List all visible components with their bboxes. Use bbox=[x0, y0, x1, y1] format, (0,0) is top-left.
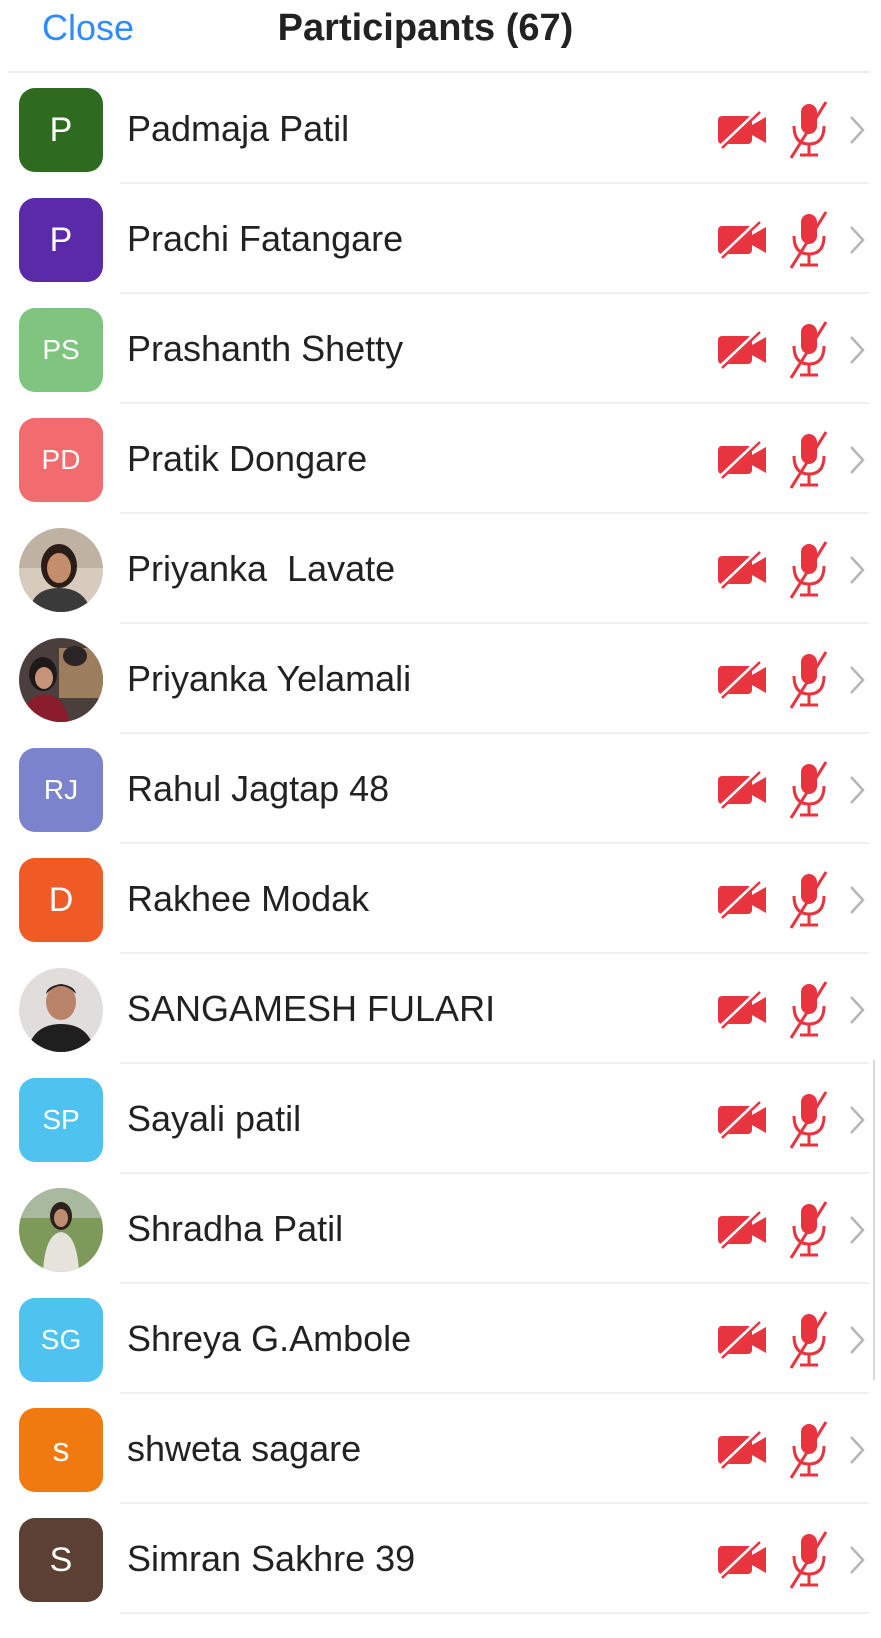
chevron-right-icon[interactable] bbox=[848, 444, 866, 476]
avatar: PD bbox=[19, 418, 103, 502]
mic-muted-icon[interactable] bbox=[788, 1200, 830, 1260]
chevron-right-icon[interactable] bbox=[848, 774, 866, 806]
chevron-right-icon[interactable] bbox=[848, 884, 866, 916]
video-off-icon[interactable] bbox=[716, 1430, 770, 1470]
participant-row[interactable]: SP Sayali patil bbox=[0, 1064, 881, 1174]
participant-list: P Padmaja Patil P Prachi Fatangare PS Prashan… bbox=[0, 74, 881, 1614]
video-off-icon[interactable] bbox=[716, 1320, 770, 1360]
participant-name: Shradha Patil bbox=[127, 1208, 344, 1249]
video-off-icon[interactable] bbox=[716, 440, 770, 480]
participant-row[interactable]: s shweta sagare bbox=[0, 1394, 881, 1504]
chevron-right-icon[interactable] bbox=[848, 664, 866, 696]
avatar: S bbox=[19, 1518, 103, 1602]
chevron-right-icon[interactable] bbox=[848, 994, 866, 1026]
avatar-photo bbox=[19, 528, 103, 612]
participant-row[interactable]: D Rakhee Modak bbox=[0, 844, 881, 954]
mic-muted-icon[interactable] bbox=[788, 210, 830, 270]
participant-name: Simran Sakhre 39 bbox=[127, 1538, 416, 1579]
chevron-right-icon[interactable] bbox=[848, 554, 866, 586]
participant-name: Priyanka Lavate bbox=[127, 548, 396, 589]
mic-muted-icon[interactable] bbox=[788, 870, 830, 930]
mic-muted-icon[interactable] bbox=[788, 1530, 830, 1590]
avatar: RJ bbox=[19, 748, 103, 832]
mic-muted-icon[interactable] bbox=[788, 980, 830, 1040]
video-off-icon[interactable] bbox=[716, 1210, 770, 1250]
video-off-icon[interactable] bbox=[716, 110, 770, 150]
avatar: P bbox=[19, 88, 103, 172]
participant-row[interactable]: Shradha Patil bbox=[0, 1174, 881, 1284]
mic-muted-icon[interactable] bbox=[788, 430, 830, 490]
header-divider bbox=[8, 71, 869, 73]
participant-name: Rahul Jagtap 48 bbox=[127, 768, 390, 809]
participant-row[interactable]: RJ Rahul Jagtap 48 bbox=[0, 734, 881, 844]
mic-muted-icon[interactable] bbox=[788, 100, 830, 160]
row-divider bbox=[120, 1612, 869, 1614]
video-off-icon[interactable] bbox=[716, 770, 770, 810]
participant-name: Padmaja Patil bbox=[127, 108, 350, 149]
participant-name: Sayali patil bbox=[127, 1098, 302, 1139]
header: Close Participants (67) bbox=[0, 0, 881, 73]
mic-muted-icon[interactable] bbox=[788, 1090, 830, 1150]
participant-name: Prachi Fatangare bbox=[127, 218, 404, 259]
scrollbar[interactable] bbox=[873, 1060, 875, 1380]
mic-muted-icon[interactable] bbox=[788, 760, 830, 820]
avatar: SP bbox=[19, 1078, 103, 1162]
video-off-icon[interactable] bbox=[716, 1540, 770, 1580]
participant-name: shweta sagare bbox=[127, 1428, 362, 1469]
avatar-photo bbox=[19, 638, 103, 722]
avatar: s bbox=[19, 1408, 103, 1492]
avatar-photo bbox=[19, 1188, 103, 1272]
participant-row[interactable]: Priyanka Lavate bbox=[0, 514, 881, 624]
avatar: D bbox=[19, 858, 103, 942]
chevron-right-icon[interactable] bbox=[848, 1544, 866, 1576]
chevron-right-icon[interactable] bbox=[848, 1434, 866, 1466]
participant-row[interactable]: SG Shreya G.Ambole bbox=[0, 1284, 881, 1394]
participant-row[interactable]: P Prachi Fatangare bbox=[0, 184, 881, 294]
participant-name: Pratik Dongare bbox=[127, 438, 368, 479]
video-off-icon[interactable] bbox=[716, 330, 770, 370]
mic-muted-icon[interactable] bbox=[788, 1310, 830, 1370]
avatar: P bbox=[19, 198, 103, 282]
participant-row[interactable]: PD Pratik Dongare bbox=[0, 404, 881, 514]
chevron-right-icon[interactable] bbox=[848, 1324, 866, 1356]
avatar: PS bbox=[19, 308, 103, 392]
participant-row[interactable]: SANGAMESH FULARI bbox=[0, 954, 881, 1064]
mic-muted-icon[interactable] bbox=[788, 650, 830, 710]
participant-row[interactable]: P Padmaja Patil bbox=[0, 74, 881, 184]
participant-name: Shreya G.Ambole bbox=[127, 1318, 412, 1359]
video-off-icon[interactable] bbox=[716, 880, 770, 920]
chevron-right-icon[interactable] bbox=[848, 114, 866, 146]
mic-muted-icon[interactable] bbox=[788, 540, 830, 600]
avatar-photo bbox=[19, 968, 103, 1052]
chevron-right-icon[interactable] bbox=[848, 1214, 866, 1246]
video-off-icon[interactable] bbox=[716, 220, 770, 260]
page-title: Participants (67) bbox=[277, 7, 574, 49]
mic-muted-icon[interactable] bbox=[788, 1420, 830, 1480]
video-off-icon[interactable] bbox=[716, 660, 770, 700]
video-off-icon[interactable] bbox=[716, 990, 770, 1030]
avatar: SG bbox=[19, 1298, 103, 1382]
participant-row[interactable]: PS Prashanth Shetty bbox=[0, 294, 881, 404]
mic-muted-icon[interactable] bbox=[788, 320, 830, 380]
participant-name: SANGAMESH FULARI bbox=[127, 988, 496, 1029]
participant-name: Prashanth Shetty bbox=[127, 328, 404, 369]
chevron-right-icon[interactable] bbox=[848, 1104, 866, 1136]
chevron-right-icon[interactable] bbox=[848, 224, 866, 256]
participant-row[interactable]: S Simran Sakhre 39 bbox=[0, 1504, 881, 1614]
video-off-icon[interactable] bbox=[716, 550, 770, 590]
participant-name: Priyanka Yelamali bbox=[127, 658, 412, 699]
video-off-icon[interactable] bbox=[716, 1100, 770, 1140]
participant-name: Rakhee Modak bbox=[127, 878, 370, 919]
participant-row[interactable]: Priyanka Yelamali bbox=[0, 624, 881, 734]
chevron-right-icon[interactable] bbox=[848, 334, 866, 366]
